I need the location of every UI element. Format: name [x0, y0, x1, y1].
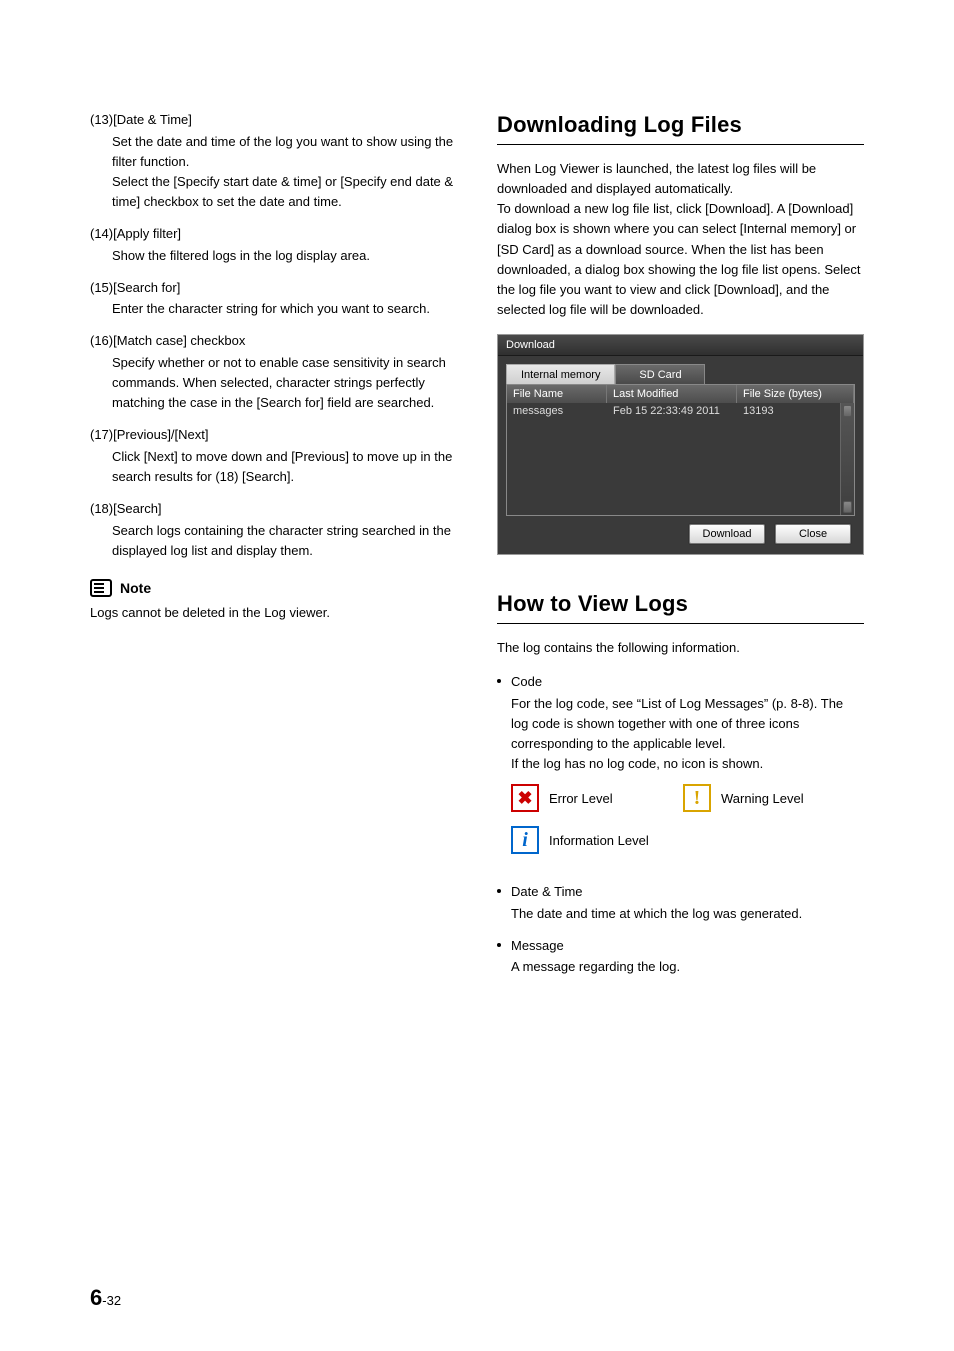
- item-14: (14)[Apply filter] Show the filtered log…: [90, 224, 457, 266]
- section-heading-downloading: Downloading Log Files: [497, 112, 864, 145]
- item-15: (15)[Search for] Enter the character str…: [90, 278, 457, 320]
- tab-sd-card[interactable]: SD Card: [615, 364, 705, 384]
- page-in-chapter: 32: [107, 1293, 121, 1308]
- info-icon: [511, 826, 539, 854]
- bullet-message: Message A message regarding the log.: [497, 936, 864, 978]
- chapter-number: 6: [90, 1285, 102, 1310]
- download-dialog: Download Internal memory SD Card File Na…: [497, 334, 864, 555]
- dialog-tabs: Internal memory SD Card: [506, 364, 855, 384]
- item-title: [Previous]/[Next]: [113, 427, 208, 442]
- section2-paragraph: The log contains the following informati…: [497, 638, 864, 658]
- item-num: (18): [90, 501, 113, 516]
- tab-internal-memory[interactable]: Internal memory: [506, 364, 615, 384]
- warning-icon: [683, 784, 711, 812]
- item-title: [Search for]: [113, 280, 180, 295]
- cell-last-modified: Feb 15 22:33:49 2011: [607, 403, 737, 419]
- download-button[interactable]: Download: [689, 524, 765, 544]
- item-18: (18)[Search] Search logs containing the …: [90, 499, 457, 561]
- dialog-table: File Name Last Modified File Size (bytes…: [506, 384, 855, 516]
- legend-error: Error Level: [511, 784, 671, 812]
- item-num: (15): [90, 280, 113, 295]
- item-desc: Enter the character string for which you…: [90, 299, 457, 319]
- bullet-datetime: Date & Time The date and time at which t…: [497, 882, 864, 924]
- right-column: Downloading Log Files When Log Viewer is…: [497, 110, 864, 990]
- item-title: [Search]: [113, 501, 161, 516]
- bullet-desc: For the log code, see “List of Log Messa…: [497, 694, 864, 775]
- item-desc: Click [Next] to move down and [Previous]…: [90, 447, 457, 487]
- bullet-icon: [497, 943, 501, 947]
- icon-legend-row-2: Information Level: [497, 826, 864, 854]
- bullet-desc: A message regarding the log.: [497, 957, 864, 977]
- item-title: [Apply filter]: [113, 226, 181, 241]
- item-num: (16): [90, 333, 113, 348]
- error-icon: [511, 784, 539, 812]
- scrollbar[interactable]: [840, 403, 854, 515]
- bullet-title: Code: [511, 672, 864, 692]
- left-column: (13)[Date & Time] Set the date and time …: [90, 110, 457, 990]
- col-last-modified[interactable]: Last Modified: [607, 385, 737, 403]
- bullet-icon: [497, 889, 501, 893]
- item-num: (14): [90, 226, 113, 241]
- legend-error-label: Error Level: [549, 791, 613, 806]
- note-label: Note: [120, 580, 151, 596]
- col-file-name[interactable]: File Name: [507, 385, 607, 403]
- close-button[interactable]: Close: [775, 524, 851, 544]
- item-title: [Date & Time]: [113, 112, 192, 127]
- table-body[interactable]: messages Feb 15 22:33:49 2011 13193: [507, 403, 854, 515]
- bullet-title: Message: [511, 936, 864, 956]
- section-heading-howto: How to View Logs: [497, 591, 864, 624]
- note-header: Note: [90, 579, 457, 597]
- bullet-icon: [497, 679, 501, 683]
- item-desc: Specify whether or not to enable case se…: [90, 353, 457, 413]
- bullet-title: Date & Time: [511, 882, 864, 902]
- legend-info: Information Level: [511, 826, 671, 854]
- legend-info-label: Information Level: [549, 833, 649, 848]
- item-desc: Show the filtered logs in the log displa…: [90, 246, 457, 266]
- item-desc: Search logs containing the character str…: [90, 521, 457, 561]
- cell-file-name: messages: [507, 403, 607, 419]
- bullet-code: Code For the log code, see “List of Log …: [497, 672, 864, 854]
- dialog-title: Download: [498, 335, 863, 356]
- item-num: (17): [90, 427, 113, 442]
- section1-paragraph: When Log Viewer is launched, the latest …: [497, 159, 864, 320]
- table-row[interactable]: messages Feb 15 22:33:49 2011 13193: [507, 403, 854, 419]
- col-file-size[interactable]: File Size (bytes): [737, 385, 854, 403]
- item-num: (13): [90, 112, 113, 127]
- legend-warning: Warning Level: [683, 784, 843, 812]
- note-text: Logs cannot be deleted in the Log viewer…: [90, 603, 457, 623]
- item-title: [Match case] checkbox: [113, 333, 245, 348]
- page-number: 6-32: [90, 1285, 121, 1311]
- legend-warning-label: Warning Level: [721, 791, 804, 806]
- note-icon: [90, 579, 112, 597]
- item-17: (17)[Previous]/[Next] Click [Next] to mo…: [90, 425, 457, 487]
- bullet-desc: The date and time at which the log was g…: [497, 904, 864, 924]
- item-desc: Set the date and time of the log you wan…: [90, 132, 457, 213]
- item-13: (13)[Date & Time] Set the date and time …: [90, 110, 457, 212]
- cell-file-size: 13193: [737, 403, 854, 419]
- icon-legend-row-1: Error Level Warning Level: [497, 784, 864, 812]
- item-16: (16)[Match case] checkbox Specify whethe…: [90, 331, 457, 413]
